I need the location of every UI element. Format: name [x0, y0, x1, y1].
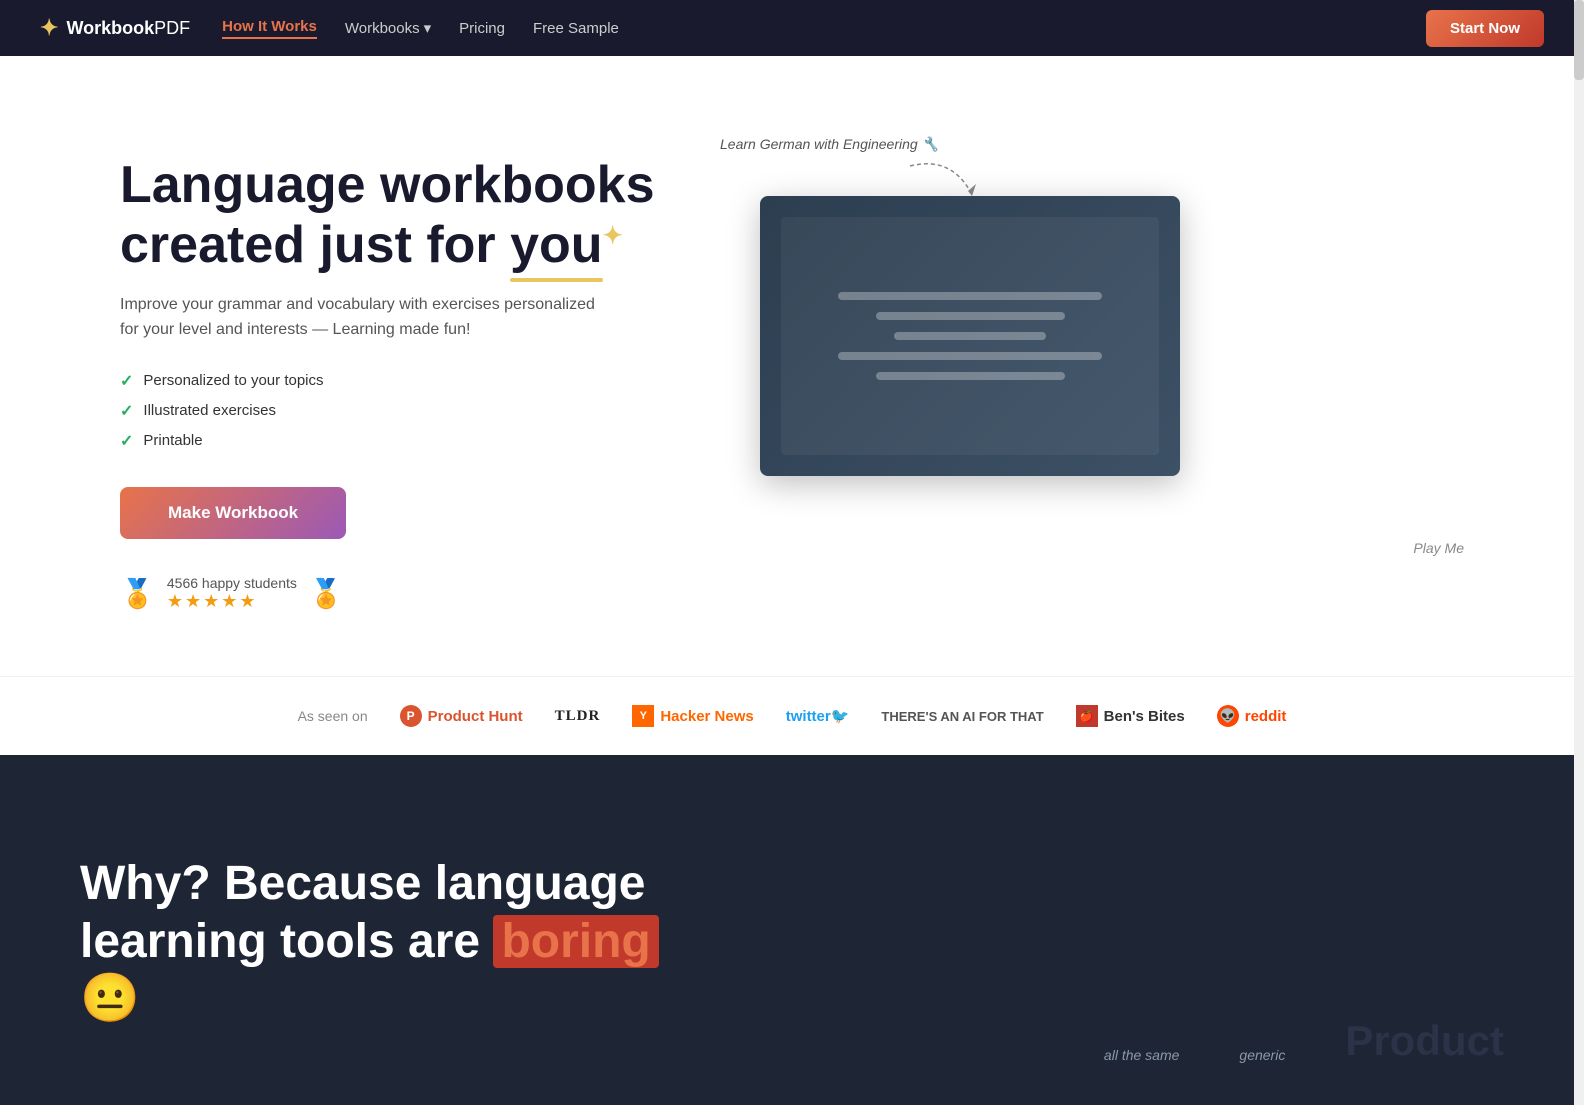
- hero-checklist: ✓ Personalized to your topics ✓ Illustra…: [120, 371, 680, 451]
- hero-right: Learn German with Engineering 🔧 Play Me: [680, 136, 1504, 616]
- cover-line-2: [876, 312, 1065, 320]
- cover-line-4: [838, 352, 1103, 360]
- sparkle-icon: ✦: [603, 222, 623, 249]
- scrollbar[interactable]: [1574, 0, 1584, 1105]
- anno-all-same: all the same: [1104, 1047, 1179, 1065]
- nav-pricing[interactable]: Pricing: [459, 20, 505, 37]
- social-proof: 🏅 4566 happy students ★★★★★ 🏅: [120, 575, 680, 612]
- play-me-label[interactable]: Play Me: [1413, 540, 1464, 556]
- anno-generic: generic: [1239, 1047, 1285, 1065]
- star-rating: ★★★★★: [167, 591, 297, 612]
- bottom-annotations: all the same generic Product: [1104, 1017, 1504, 1065]
- laurel-right-icon: 🏅: [309, 577, 344, 610]
- workbook-cover-inner: [781, 217, 1159, 455]
- check-icon-3: ✓: [120, 431, 133, 451]
- workbook-annotation-label: Learn German with Engineering 🔧: [720, 136, 939, 153]
- press-logo-producthunt[interactable]: P Product Hunt: [400, 705, 523, 727]
- hero-title: Language workbooks created just for you✦: [120, 156, 680, 276]
- hero-you: you: [510, 216, 602, 276]
- boring-highlight: boring: [493, 915, 658, 968]
- checklist-item-3: ✓ Printable: [120, 431, 680, 451]
- press-logo-reddit[interactable]: 👽 reddit: [1217, 705, 1287, 727]
- logo-icon: ✦: [40, 15, 58, 41]
- as-seen-on-bar: As seen on P Product Hunt TLDR Y Hacker …: [0, 676, 1584, 755]
- checklist-item-1: ✓ Personalized to your topics: [120, 371, 680, 391]
- make-workbook-button[interactable]: Make Workbook: [120, 487, 346, 539]
- workbook-cover-preview: [760, 196, 1180, 476]
- bens-bites-icon: 🍎: [1076, 705, 1098, 727]
- logo[interactable]: ✦ WorkbookPDF: [40, 15, 190, 41]
- reddit-icon: 👽: [1217, 705, 1239, 727]
- laurel-left-icon: 🏅: [120, 577, 155, 610]
- check-icon-1: ✓: [120, 371, 133, 391]
- checklist-item-2: ✓ Illustrated exercises: [120, 401, 680, 421]
- hero-section: Language workbooks created just for you✦…: [0, 56, 1584, 676]
- boring-emoji: 😐: [80, 972, 140, 1025]
- hero-subtitle: Improve your grammar and vocabulary with…: [120, 292, 600, 343]
- dark-section: Why? Because language learning tools are…: [0, 755, 1584, 1105]
- nav-how-it-works[interactable]: How It Works: [222, 18, 317, 39]
- as-seen-on-label: As seen on: [298, 708, 368, 724]
- nav-links: How It Works Workbooks ▾ Pricing Free Sa…: [222, 18, 792, 39]
- press-logo-bens-bites[interactable]: 🍎 Ben's Bites: [1076, 705, 1185, 727]
- happy-students-count: 4566 happy students: [167, 575, 297, 591]
- press-logo-tldr[interactable]: TLDR: [555, 708, 601, 725]
- press-logo-hackernews[interactable]: Y Hacker News: [632, 705, 753, 727]
- start-now-button[interactable]: Start Now: [1426, 10, 1544, 47]
- scrollbar-thumb[interactable]: [1574, 0, 1584, 80]
- product-label: Product: [1345, 1017, 1504, 1065]
- chevron-down-icon: ▾: [424, 19, 432, 37]
- nav-workbooks[interactable]: Workbooks ▾: [345, 19, 431, 37]
- cover-line-5: [876, 372, 1065, 380]
- logo-text: WorkbookPDF: [66, 18, 190, 39]
- producthunt-icon: P: [400, 705, 422, 727]
- check-icon-2: ✓: [120, 401, 133, 421]
- cover-line-1: [838, 292, 1103, 300]
- hero-left: Language workbooks created just for you✦…: [120, 136, 680, 612]
- press-logo-theresanai[interactable]: THERE'S AN AI FOR THAT: [881, 709, 1043, 724]
- navbar: ✦ WorkbookPDF How It Works Workbooks ▾ P…: [0, 0, 1584, 56]
- cover-line-3: [894, 332, 1045, 340]
- dark-section-title: Why? Because language learning tools are…: [80, 815, 720, 1028]
- press-logo-twitter[interactable]: twitter🐦: [786, 707, 850, 725]
- hackernews-icon: Y: [632, 705, 654, 727]
- nav-free-sample[interactable]: Free Sample: [533, 20, 619, 37]
